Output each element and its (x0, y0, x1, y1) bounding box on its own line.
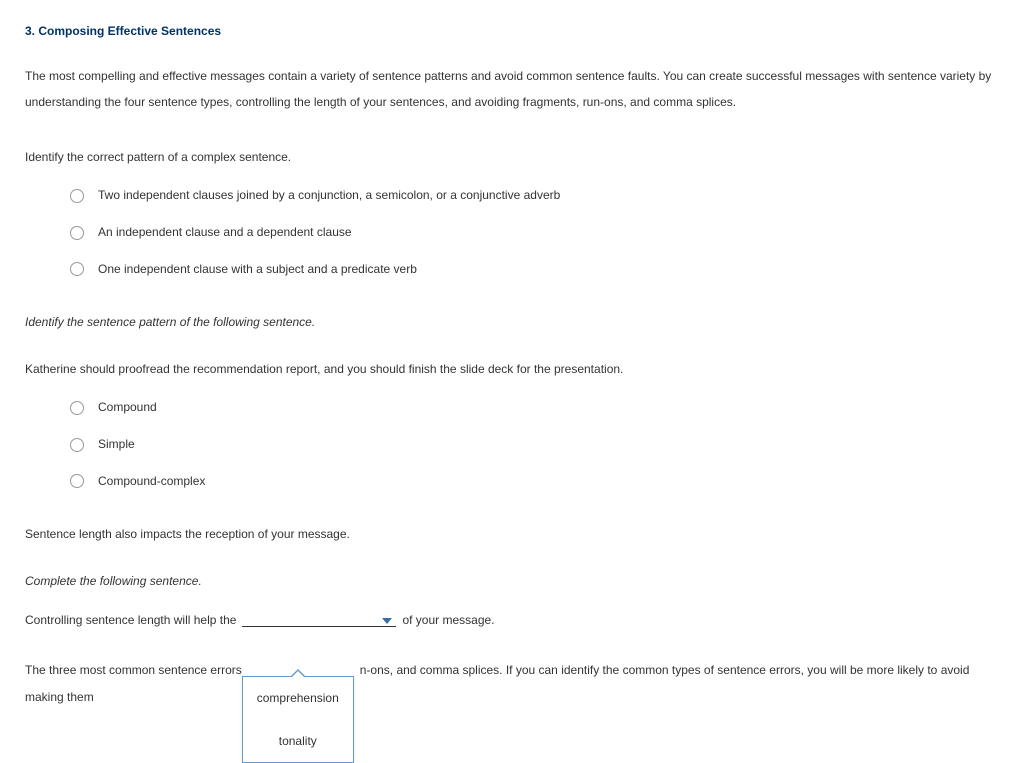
q1-option-2[interactable]: One independent clause with a subject an… (70, 258, 999, 281)
fill-after: of your message. (402, 609, 494, 632)
dropdown-menu: comprehension tonality (242, 676, 354, 763)
q3-prompt: Complete the following sentence. (25, 570, 999, 593)
option-label: Compound (98, 396, 157, 419)
transition-statement: Sentence length also impacts the recepti… (25, 523, 999, 546)
q2-option-1[interactable]: Simple (70, 433, 999, 456)
q2-prompt: Identify the sentence pattern of the fol… (25, 311, 999, 334)
closing-part1: The three most common sentence errors (25, 663, 242, 677)
option-label: Simple (98, 433, 135, 456)
q1-option-1[interactable]: An independent clause and a dependent cl… (70, 221, 999, 244)
closing-paragraph: The three most common sentence errors co… (25, 656, 999, 710)
intro-paragraph: The most compelling and effective messag… (25, 63, 999, 116)
radio-icon[interactable] (70, 189, 84, 203)
option-label: An independent clause and a dependent cl… (98, 221, 352, 244)
q2-option-0[interactable]: Compound (70, 396, 999, 419)
dropdown-item-comprehension[interactable]: comprehension (243, 677, 353, 719)
dropdown-blank[interactable] (242, 608, 396, 627)
option-label: One independent clause with a subject an… (98, 258, 417, 281)
radio-icon[interactable] (70, 438, 84, 452)
q1-prompt: Identify the correct pattern of a comple… (25, 146, 999, 169)
q1-option-0[interactable]: Two independent clauses joined by a conj… (70, 184, 999, 207)
radio-icon[interactable] (70, 474, 84, 488)
option-label: Compound-complex (98, 470, 205, 493)
fill-blank-sentence: Controlling sentence length will help th… (25, 608, 999, 632)
section-heading: 3. Composing Effective Sentences (25, 20, 999, 43)
dropdown-item-tonality[interactable]: tonality (243, 720, 353, 762)
radio-icon[interactable] (70, 226, 84, 240)
q2-options: Compound Simple Compound-complex (25, 396, 999, 492)
q2-option-2[interactable]: Compound-complex (70, 470, 999, 493)
radio-icon[interactable] (70, 262, 84, 276)
q1-options: Two independent clauses joined by a conj… (25, 184, 999, 280)
chevron-down-icon (382, 618, 392, 624)
radio-icon[interactable] (70, 401, 84, 415)
option-label: Two independent clauses joined by a conj… (98, 184, 560, 207)
q2-sentence: Katherine should proofread the recommend… (25, 358, 999, 381)
fill-before: Controlling sentence length will help th… (25, 609, 236, 632)
